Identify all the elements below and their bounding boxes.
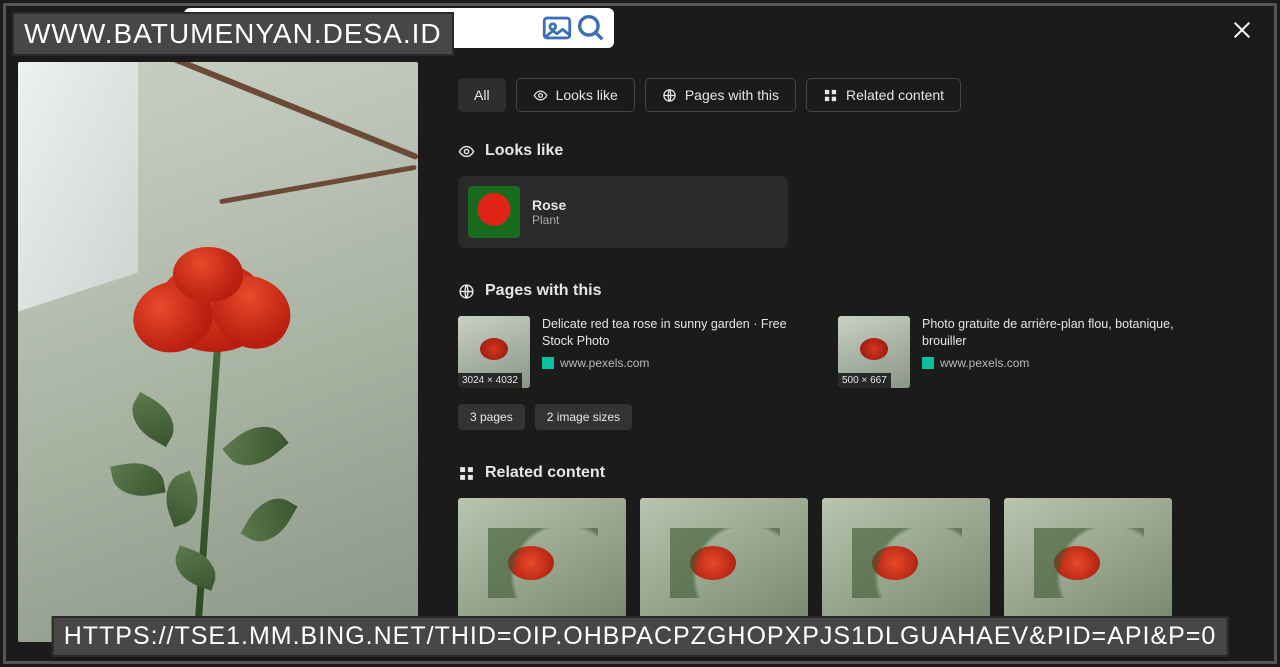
image-preview-panel [18, 62, 418, 667]
tab-all[interactable]: All [458, 78, 506, 112]
tab-label: All [474, 87, 490, 103]
section-heading: Pages with this [485, 282, 601, 300]
watermark-bottom: HTTPS://TSE1.MM.BING.NET/THID=OIP.OHBPAC… [52, 616, 1229, 657]
section-heading: Looks like [485, 142, 563, 160]
image-search-icon[interactable] [540, 11, 574, 45]
eye-icon [458, 143, 475, 160]
result-title: Delicate red tea rose in sunny garden · … [542, 316, 798, 350]
tab-looks-like[interactable]: Looks like [516, 78, 635, 112]
preview-image[interactable] [18, 62, 418, 642]
chip-pages-count[interactable]: 3 pages [458, 404, 525, 430]
tab-pages[interactable]: Pages with this [645, 78, 796, 112]
result-tabs: All Looks like Pages with this Related c… [458, 78, 1242, 112]
grid-icon [823, 88, 838, 103]
section-heading: Related content [485, 464, 605, 482]
related-image[interactable] [822, 498, 990, 618]
page-result[interactable]: 3024 × 4032 Delicate red tea rose in sun… [458, 316, 798, 388]
eye-icon [533, 88, 548, 103]
tab-label: Related content [846, 87, 944, 103]
chip-image-sizes[interactable]: 2 image sizes [535, 404, 632, 430]
globe-icon [662, 88, 677, 103]
favicon [542, 357, 554, 369]
close-button[interactable] [1226, 14, 1258, 46]
tab-label: Looks like [556, 87, 618, 103]
tab-label: Pages with this [685, 87, 779, 103]
section-looks-like: Looks like Rose Plant [458, 142, 1242, 248]
related-image[interactable] [458, 498, 626, 618]
globe-icon [458, 283, 475, 300]
dimensions-badge: 3024 × 4032 [458, 373, 522, 388]
results-panel: All Looks like Pages with this Related c… [458, 62, 1262, 667]
source-domain: www.pexels.com [940, 356, 1029, 370]
result-thumbnail [468, 186, 520, 238]
related-image[interactable] [640, 498, 808, 618]
result-title: Rose [532, 197, 566, 213]
result-thumbnail: 500 × 667 [838, 316, 910, 388]
result-title: Photo gratuite de arrière-plan flou, bot… [922, 316, 1178, 350]
result-subtitle: Plant [532, 213, 566, 227]
watermark-top: WWW.BATUMENYAN.DESA.ID [12, 12, 454, 56]
related-image[interactable] [1004, 498, 1172, 618]
page-result[interactable]: 500 × 667 Photo gratuite de arrière-plan… [838, 316, 1178, 388]
dimensions-badge: 500 × 667 [838, 373, 891, 388]
grid-icon [458, 465, 475, 482]
search-icon[interactable] [574, 11, 608, 45]
favicon [922, 357, 934, 369]
section-related: Related content [458, 464, 1242, 618]
source-domain: www.pexels.com [560, 356, 649, 370]
result-thumbnail: 3024 × 4032 [458, 316, 530, 388]
tab-related[interactable]: Related content [806, 78, 961, 112]
section-pages: Pages with this 3024 × 4032 Delicate red… [458, 282, 1242, 430]
looks-like-card[interactable]: Rose Plant [458, 176, 788, 248]
